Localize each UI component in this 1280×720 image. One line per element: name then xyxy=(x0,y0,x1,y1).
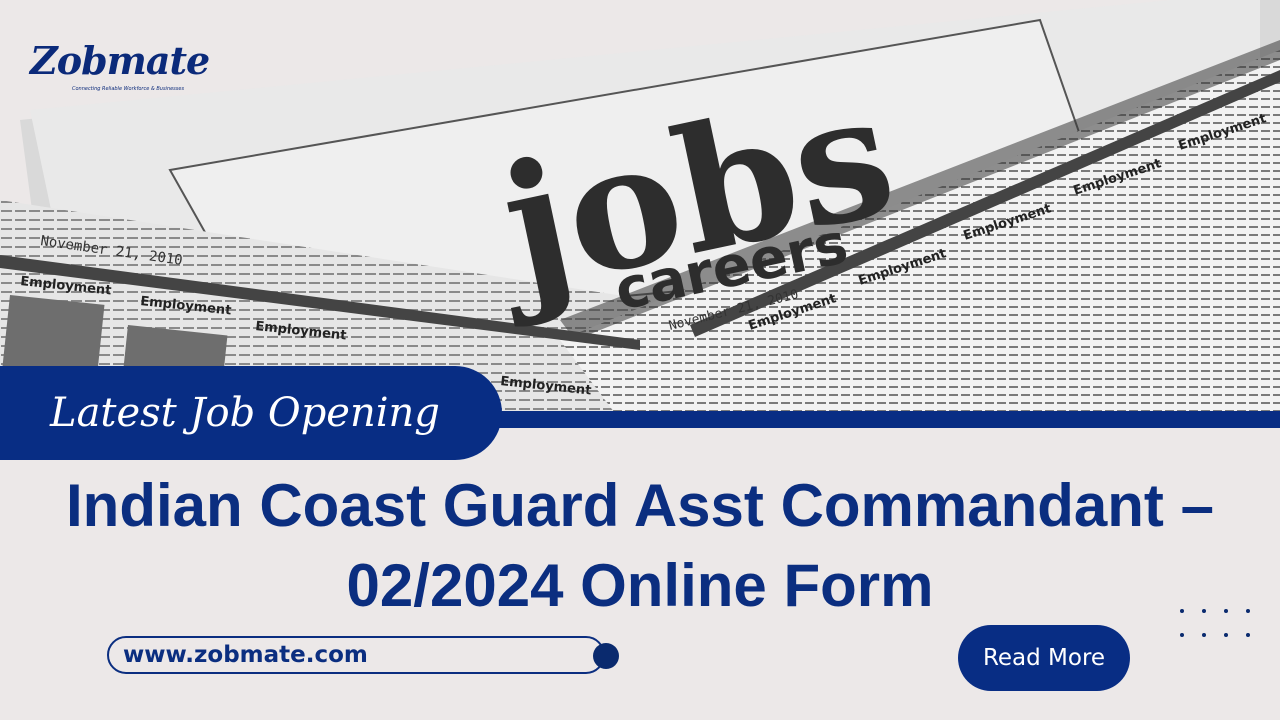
latest-job-banner: Latest Job Opening xyxy=(0,366,502,460)
headline-line-2: 02/2024 Online Form xyxy=(346,552,934,619)
website-url: www.zobmate.com xyxy=(123,642,368,668)
logo-wordmark: Zobmate xyxy=(30,38,210,83)
banner-label: Latest Job Opening xyxy=(50,390,440,436)
website-link[interactable]: www.zobmate.com xyxy=(107,636,605,674)
job-headline: Indian Coast Guard Asst Commandant – 02/… xyxy=(0,466,1280,626)
dot-grid-decoration xyxy=(1180,603,1270,643)
read-more-button[interactable]: Read More xyxy=(958,625,1130,691)
zobmate-logo[interactable]: Zobmate Connecting Reliable Workforce & … xyxy=(30,38,210,98)
bullet-dot-icon xyxy=(593,643,619,669)
logo-tagline: Connecting Reliable Workforce & Business… xyxy=(72,86,185,92)
headline-line-1: Indian Coast Guard Asst Commandant – xyxy=(66,472,1214,539)
